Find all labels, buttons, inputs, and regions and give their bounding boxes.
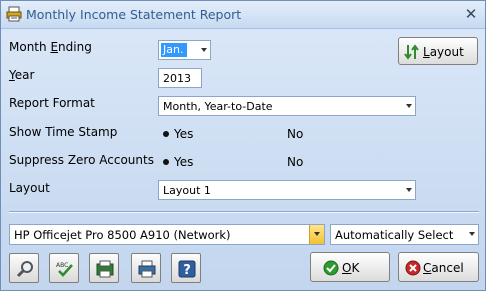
layout-label: Layout (9, 181, 50, 195)
layout-value: Layout 1 (163, 184, 211, 197)
show-time-stamp-yes-radio[interactable]: Yes (158, 126, 193, 142)
layout-select[interactable]: Layout 1 (158, 180, 416, 200)
report-format-label: Report Format (9, 96, 95, 110)
month-ending-select[interactable]: Jan. (158, 40, 211, 60)
close-icon[interactable]: ✕ (461, 4, 481, 24)
cancel-x-icon (405, 260, 421, 279)
suppress-zero-accounts-label: Suppress Zero Accounts (9, 153, 154, 167)
ok-button[interactable]: OK (310, 252, 390, 282)
divider-highlight (9, 212, 479, 213)
suppress-zero-no-radio[interactable]: No (271, 154, 303, 170)
radio-yes-label: Yes (174, 155, 194, 169)
show-time-stamp-no-radio[interactable]: No (271, 126, 303, 142)
chevron-down-icon (406, 188, 412, 192)
preview-button[interactable] (9, 253, 39, 283)
cancel-button-label: Cancel (423, 261, 464, 275)
radio-selected-dot (163, 131, 169, 137)
svg-text:?: ? (183, 263, 191, 278)
suppress-zero-yes-radio[interactable]: Yes (158, 154, 193, 170)
radio-selected-dot (163, 159, 169, 165)
year-value: 2013 (163, 72, 191, 85)
report-format-value: Month, Year-to-Date (163, 100, 273, 113)
spell-check-button[interactable]: ABC (49, 253, 79, 283)
layout-button-label: Layout (423, 45, 464, 59)
show-time-stamp-label: Show Time Stamp (9, 125, 118, 139)
printer-dropdown-button[interactable] (309, 225, 324, 244)
chevron-down-icon (201, 48, 207, 52)
layout-arrows-icon (404, 43, 422, 64)
year-input[interactable]: 2013 (158, 68, 202, 88)
report-printer-icon (6, 6, 22, 22)
year-label: Year (9, 68, 35, 82)
radio-no-label: No (287, 155, 304, 169)
radio-yes-label: Yes (174, 127, 194, 141)
chevron-down-icon (469, 232, 475, 236)
report-dialog: Monthly Income Statement Report ✕ Month … (0, 0, 486, 291)
month-ending-label: Month Ending (9, 40, 92, 54)
printer-name: HP Officejet Pro 8500 A910 (Network) (14, 228, 231, 242)
ok-button-label: OK (342, 261, 360, 275)
chevron-down-icon (406, 104, 412, 108)
print-button[interactable] (131, 253, 161, 283)
report-format-select[interactable]: Month, Year-to-Date (158, 96, 416, 116)
window-title: Monthly Income Statement Report (26, 7, 242, 22)
chevron-down-icon (314, 232, 320, 236)
radio-no-label: No (287, 127, 304, 141)
paper-tray-value: Automatically Select (335, 228, 454, 242)
month-ending-value: Jan. (161, 43, 187, 57)
checkmark-icon (323, 260, 339, 279)
help-button[interactable]: ? (171, 253, 201, 283)
layout-button[interactable]: Layout (398, 37, 478, 65)
cancel-button[interactable]: Cancel (398, 252, 479, 282)
printer-select[interactable]: HP Officejet Pro 8500 A910 (Network) (9, 224, 325, 245)
paper-tray-select[interactable]: Automatically Select (330, 224, 479, 245)
svg-text:ABC: ABC (56, 262, 68, 269)
title-bar: Monthly Income Statement Report ✕ (1, 1, 485, 29)
export-button[interactable] (89, 253, 119, 283)
